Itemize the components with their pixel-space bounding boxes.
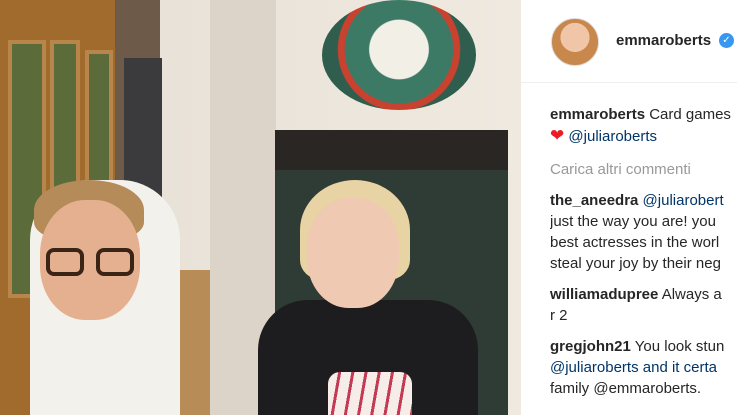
decorative-plate xyxy=(322,0,476,110)
load-more-comments[interactable]: Carica altri commenti xyxy=(550,159,737,180)
comment-text: steal your joy by their neg xyxy=(550,255,721,272)
person-right-face xyxy=(307,198,399,308)
comments-feed: emmaroberts Card games ❤ @juliaroberts C… xyxy=(550,104,737,399)
author-username[interactable]: emmaroberts xyxy=(616,32,711,49)
comment: the_aneedra @juliarobert just the way yo… xyxy=(550,190,737,274)
post-photo[interactable] xyxy=(0,0,521,415)
caption-line-2: ❤ @juliaroberts xyxy=(550,125,737,147)
caption: emmaroberts Card games xyxy=(550,104,737,125)
comment: williamadupree Always a r 2 xyxy=(550,284,737,326)
comment-text: You look stun xyxy=(634,338,725,355)
caption-username[interactable]: emmaroberts xyxy=(550,106,645,123)
comment-username[interactable]: the_aneedra xyxy=(550,192,638,209)
comment-mention[interactable]: @juliaroberts and it certa xyxy=(550,357,737,378)
cabinet-top xyxy=(275,130,508,172)
comment-mention[interactable]: @juliarobert xyxy=(643,192,724,209)
comment-text: just the way you are! you xyxy=(550,213,716,230)
comment: gregjohn21 You look stun @juliaroberts a… xyxy=(550,336,737,399)
glasses xyxy=(46,248,138,278)
post-sidebar: emmaroberts ✓ emmaroberts Card games ❤ @… xyxy=(521,0,737,415)
comment-text: Always a xyxy=(661,286,722,303)
avatar[interactable] xyxy=(551,18,599,66)
caption-mention[interactable]: @juliaroberts xyxy=(568,128,657,145)
heart-icon: ❤ xyxy=(550,126,565,145)
caption-text: Card games xyxy=(649,106,731,123)
comment-text: best actresses in the worl xyxy=(550,234,720,251)
post-header: emmaroberts ✓ xyxy=(521,0,737,83)
verified-badge-icon: ✓ xyxy=(719,33,734,48)
comment-text: r 2 xyxy=(550,307,568,324)
comment-text: family @emmaroberts. xyxy=(550,380,702,397)
comment-username[interactable]: williamadupree xyxy=(550,286,658,303)
playing-cards xyxy=(328,372,412,415)
comment-username[interactable]: gregjohn21 xyxy=(550,338,631,355)
